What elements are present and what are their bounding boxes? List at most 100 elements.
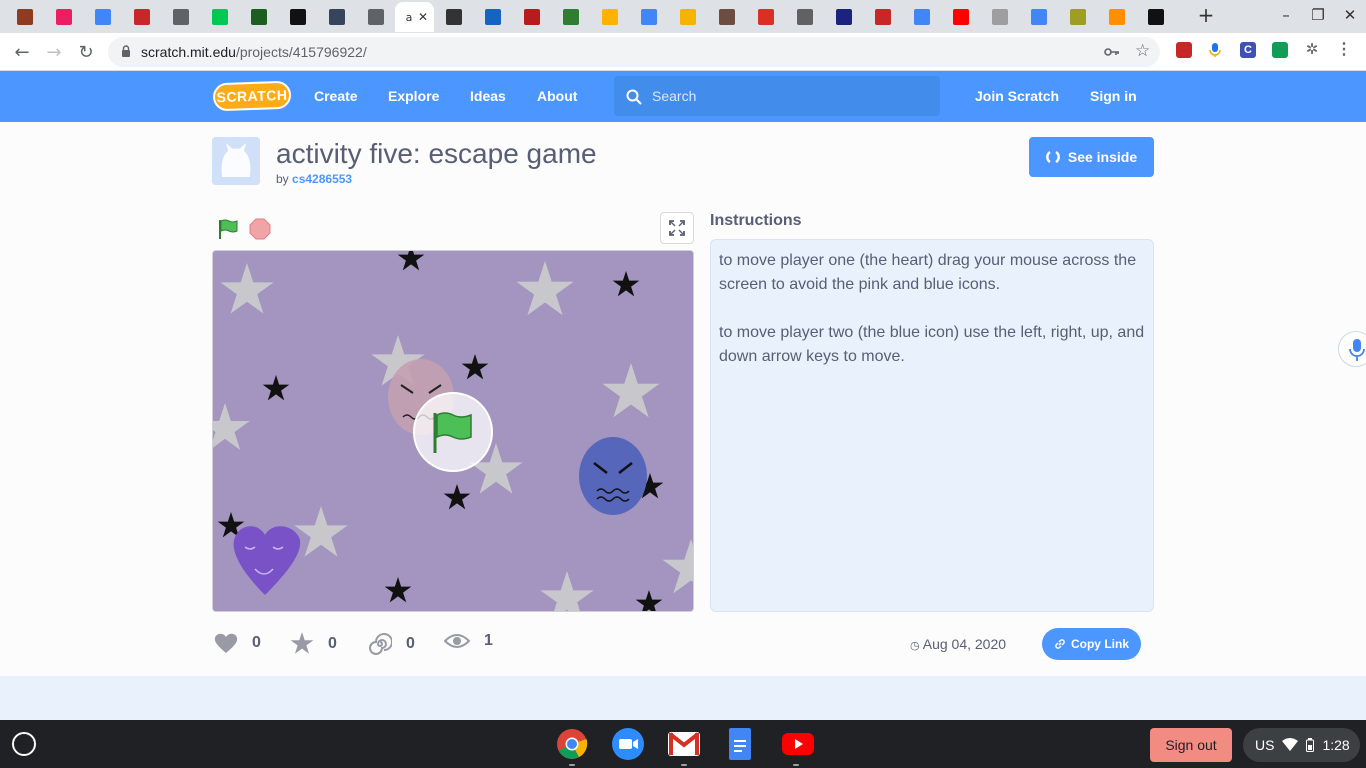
copy-link-button[interactable]: Copy Link	[1042, 628, 1141, 660]
green-flag-icon[interactable]	[216, 217, 240, 241]
back-icon[interactable]: ←	[10, 40, 34, 64]
f-logo-icon	[991, 9, 1008, 25]
status-tray[interactable]: US 1:28	[1243, 728, 1360, 762]
browser-tab[interactable]	[590, 2, 629, 32]
nav-create[interactable]: Create	[314, 88, 358, 104]
browser-tab[interactable]	[356, 2, 395, 32]
bookmark-star-icon[interactable]: ☆	[1135, 41, 1150, 61]
floating-mic-button[interactable]	[1338, 331, 1366, 367]
browser-tab[interactable]	[122, 2, 161, 32]
stage-scene	[213, 251, 693, 611]
nav-explore[interactable]: Explore	[388, 88, 439, 104]
browser-tab[interactable]	[551, 2, 590, 32]
browser-tab[interactable]	[746, 2, 785, 32]
search-input[interactable]	[652, 86, 932, 106]
url-host: scratch.mit.edu	[141, 44, 236, 60]
browser-tab[interactable]	[434, 2, 473, 32]
author-link[interactable]: cs4286553	[292, 172, 352, 186]
browser-tab[interactable]	[941, 2, 980, 32]
forward-icon[interactable]: →	[42, 40, 66, 64]
close-tab-icon[interactable]: ✕	[418, 10, 428, 24]
browser-tab[interactable]	[1097, 2, 1136, 32]
browser-tab[interactable]	[5, 2, 44, 32]
fullscreen-button[interactable]	[660, 212, 694, 244]
browser-tab[interactable]	[1136, 2, 1175, 32]
instructions-paragraph: to move player one (the heart) drag your…	[719, 252, 1137, 293]
zoom-icon[interactable]	[612, 728, 644, 760]
browser-tab[interactable]	[1019, 2, 1058, 32]
browser-tab[interactable]	[1058, 2, 1097, 32]
project-stage[interactable]	[212, 250, 694, 612]
browser-tab[interactable]	[278, 2, 317, 32]
browser-tab[interactable]	[785, 2, 824, 32]
maximize-button[interactable]: ❐	[1306, 6, 1330, 24]
url-path: /projects/415796922/	[235, 44, 367, 60]
chrome-icon[interactable]	[556, 728, 588, 760]
c-extension-icon[interactable]: C	[1240, 42, 1256, 58]
nav-about[interactable]: About	[537, 88, 577, 104]
url-text[interactable]: scratch.mit.edu/projects/415796922/	[141, 44, 367, 60]
author-avatar[interactable]	[212, 137, 260, 185]
favorite-stat[interactable]: 0	[290, 632, 337, 656]
green-book-icon	[562, 9, 579, 25]
gmail-icon[interactable]	[668, 732, 700, 756]
pear-icon	[1069, 9, 1086, 25]
heart-icon	[214, 633, 238, 653]
browser-tab[interactable]	[902, 2, 941, 32]
browser-tab[interactable]	[863, 2, 902, 32]
clock-time: 1:28	[1322, 737, 1350, 753]
minimize-button[interactable]: –	[1274, 6, 1298, 24]
tumblr-icon	[328, 9, 345, 25]
more-menu-icon[interactable]: ⋮	[1336, 42, 1352, 58]
wifi-icon	[1282, 738, 1299, 751]
scratch-icon: a	[405, 10, 413, 24]
browser-tab[interactable]	[317, 2, 356, 32]
browser-tab[interactable]	[161, 2, 200, 32]
love-count: 0	[252, 634, 261, 651]
launcher-icon[interactable]	[12, 732, 36, 756]
browser-tab[interactable]	[512, 2, 551, 32]
extensions-puzzle-icon[interactable]: ✲	[1304, 42, 1320, 58]
love-stat[interactable]: 0	[214, 632, 261, 654]
book-extension-icon[interactable]	[1176, 42, 1192, 58]
join-scratch-link[interactable]: Join Scratch	[975, 88, 1059, 104]
chrome-running-indicator	[569, 764, 575, 766]
sign-in-link[interactable]: Sign in	[1090, 88, 1137, 104]
key-icon[interactable]	[1104, 46, 1120, 58]
cartoon-face-icon	[1108, 9, 1125, 25]
classroom-extension-icon[interactable]	[1272, 42, 1288, 58]
mic-extension-icon[interactable]	[1207, 42, 1223, 58]
address-bar[interactable]: scratch.mit.edu/projects/415796922/ ☆	[108, 37, 1160, 67]
browser-tab[interactable]	[824, 2, 863, 32]
youtube-icon[interactable]	[782, 733, 814, 755]
browser-tab[interactable]	[239, 2, 278, 32]
search-box	[614, 76, 940, 116]
browser-tab[interactable]	[200, 2, 239, 32]
search-icon	[626, 89, 642, 105]
google-icon	[640, 9, 657, 25]
calendar-card-icon	[718, 9, 735, 25]
instructions-heading: Instructions	[710, 212, 802, 229]
browser-tab[interactable]: a ✕	[395, 2, 434, 32]
new-tab-button[interactable]: +	[1194, 3, 1218, 27]
start-overlay-flag[interactable]	[413, 392, 493, 472]
docs-icon[interactable]	[729, 728, 751, 760]
sign-out-button[interactable]: Sign out	[1150, 728, 1232, 762]
browser-tab[interactable]	[629, 2, 668, 32]
reload-icon[interactable]: ↻	[74, 40, 98, 64]
browser-tab[interactable]	[473, 2, 512, 32]
see-inside-button[interactable]: See inside	[1029, 137, 1154, 177]
browser-tab[interactable]	[707, 2, 746, 32]
nav-ideas[interactable]: Ideas	[470, 88, 506, 104]
browser-tab[interactable]	[980, 2, 1019, 32]
browser-tab[interactable]	[44, 2, 83, 32]
clock-icon: ◷	[910, 639, 920, 652]
fire-icon	[16, 9, 33, 25]
browser-tab[interactable]	[668, 2, 707, 32]
stop-icon[interactable]	[249, 218, 271, 240]
close-window-button[interactable]: ✕	[1338, 6, 1362, 24]
remix-arrows-icon	[1045, 150, 1060, 164]
scratch-logo[interactable]: SCRATCH	[212, 80, 292, 112]
browser-tab[interactable]	[83, 2, 122, 32]
shield-icon	[445, 9, 462, 25]
